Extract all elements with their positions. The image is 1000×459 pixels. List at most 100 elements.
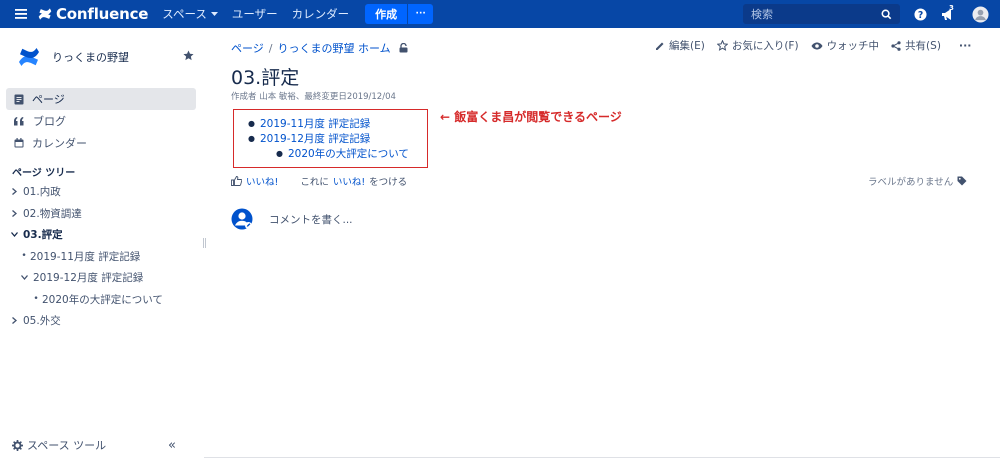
search-icon[interactable] (881, 9, 892, 20)
chevron-down-icon[interactable] (10, 232, 18, 238)
product-name: Confluence (56, 5, 149, 23)
tree-item-02-busshi[interactable]: 02.物資調達 (8, 203, 198, 225)
bullet-icon: • (21, 251, 27, 262)
search-box (743, 4, 900, 24)
child-page-link[interactable]: 2019-11月度 評定記録 (260, 116, 370, 131)
confluence-logo-icon (38, 8, 52, 20)
list-item: ● 2019-11月度 評定記録 (248, 116, 409, 131)
tag-icon (957, 176, 967, 186)
list-item: ● 2020年の大評定について (248, 146, 409, 161)
tree-item-03-hyojo[interactable]: 03.評定 (8, 224, 198, 246)
like-button[interactable]: いいね! (231, 174, 278, 188)
sidebar-item-label: ブログ (33, 115, 66, 128)
tree-item-2020-daihyojo[interactable]: • 2020年の大評定について (8, 289, 198, 311)
help-button[interactable]: ? (910, 4, 930, 24)
hamburger-icon (15, 9, 27, 19)
comment-area[interactable]: コメントを書く... (231, 208, 353, 230)
tree-item-label: 03.評定 (23, 229, 63, 242)
breadcrumb: ページ / りっくまの野望 ホーム (231, 40, 408, 56)
eye-icon (811, 42, 823, 49)
create-more-button[interactable]: ··· (407, 4, 434, 24)
calendar-icon (14, 138, 24, 148)
sidebar-resize-handle[interactable] (203, 238, 206, 248)
confluence-logo[interactable]: Confluence (38, 5, 148, 23)
like-label: いいね! (246, 177, 279, 188)
sidebar-item-pages[interactable]: ページ (6, 88, 196, 110)
space-sidebar: りっくまの野望 ページ ブログ カレンダー ページ ツリー 01.内政 02.物… (0, 28, 200, 459)
share-label: 共有(S) (905, 40, 941, 52)
chevron-down-icon (210, 11, 218, 16)
share-button[interactable]: 共有(S) (891, 38, 941, 53)
tree-item-01-naisei[interactable]: 01.内政 (8, 181, 198, 203)
tree-item-2019-11[interactable]: • 2019-11月度 評定記録 (8, 246, 198, 268)
like-row: いいね! これに いいね! をつける (231, 174, 407, 188)
tree-item-2019-12[interactable]: 2019-12月度 評定記録 (8, 267, 198, 289)
child-page-link[interactable]: 2019-12月度 評定記録 (260, 131, 370, 146)
space-name: りっくまの野望 (52, 51, 129, 64)
tree-item-label: 01.内政 (23, 186, 61, 199)
chevron-right-icon[interactable] (11, 317, 17, 325)
create-button[interactable]: 作成 (365, 4, 408, 24)
comment-placeholder[interactable]: コメントを書く... (269, 212, 353, 227)
page-byline: 作成者 山本 敏裕、最終変更日2019/12/04 (231, 92, 396, 102)
sidebar-item-label: カレンダー (32, 137, 87, 150)
star-outline-icon (716, 40, 728, 51)
sidebar-item-blog[interactable]: ブログ (6, 110, 196, 132)
user-avatar-button[interactable] (970, 4, 990, 24)
page-icon (14, 94, 24, 104)
page-title: 03.評定 (231, 67, 300, 89)
more-actions-button[interactable]: ··· (959, 39, 972, 52)
nav-spaces[interactable]: スペース (162, 6, 218, 22)
bullet-icon: ● (276, 149, 283, 158)
tree-item-label: 05.外交 (23, 315, 61, 328)
edit-button[interactable]: 編集(E) (655, 38, 705, 53)
space-tools-button[interactable]: スペース ツール (12, 437, 106, 453)
search-input[interactable] (751, 7, 881, 21)
watch-button[interactable]: ウォッチ中 (811, 38, 879, 53)
breadcrumb-separator: / (268, 41, 273, 55)
collapse-sidebar-button[interactable]: « (168, 438, 176, 453)
breadcrumb-pages[interactable]: ページ (231, 40, 264, 56)
labels-area[interactable]: ラベルがありません (868, 174, 967, 188)
nav-people-label: ユーザー (231, 7, 278, 21)
child-pages-list: ● 2019-11月度 評定記録 ● 2019-12月度 評定記録 ● 2020… (248, 116, 409, 161)
avatar-icon (971, 5, 989, 23)
divider (204, 457, 1000, 458)
unlock-icon[interactable] (399, 43, 408, 53)
page-tree: 01.内政 02.物資調達 03.評定 • 2019-11月度 評定記録 201… (8, 181, 198, 332)
chevron-right-icon[interactable] (11, 209, 17, 217)
space-navigation: ページ ブログ カレンダー (6, 88, 196, 154)
nav-spaces-label: スペース (162, 7, 207, 21)
edit-label: 編集(E) (669, 40, 705, 52)
nav-calendars[interactable]: カレンダー (292, 6, 350, 22)
help-icon: ? (913, 7, 927, 20)
app-switcher-button[interactable] (10, 0, 32, 28)
more-icon: ··· (958, 39, 972, 52)
tree-item-label: 2019-12月度 評定記録 (33, 272, 144, 285)
tree-item-label: 02.物資調達 (23, 207, 82, 220)
like-prompt-link[interactable]: いいね! (333, 174, 365, 188)
nav-people[interactable]: ユーザー (232, 6, 278, 22)
notification-count: 3 (949, 4, 954, 12)
like-prompt-suffix: をつける (369, 177, 408, 188)
tree-item-label: 2020年の大評定について (42, 293, 163, 306)
pencil-icon (656, 42, 664, 50)
star-icon[interactable] (183, 50, 194, 61)
sidebar-item-label: ページ (32, 93, 65, 106)
breadcrumb-space-home[interactable]: りっくまの野望 ホーム (278, 40, 391, 56)
bullet-icon: ● (248, 119, 255, 128)
chevron-down-icon[interactable] (20, 275, 28, 281)
gear-icon (12, 439, 23, 451)
child-page-link[interactable]: 2020年の大評定について (288, 146, 409, 161)
chevron-right-icon[interactable] (11, 188, 17, 196)
favorite-label: お気に入り(F) (731, 40, 799, 52)
favorite-button[interactable]: お気に入り(F) (716, 38, 799, 53)
notifications-button[interactable]: 3 (938, 4, 958, 24)
svg-text:?: ? (917, 9, 922, 20)
space-tools-label: スペース ツール (27, 439, 107, 452)
sidebar-item-calendar[interactable]: カレンダー (6, 132, 196, 154)
thumbs-up-icon (231, 176, 242, 186)
space-header[interactable]: りっくまの野望 (18, 46, 198, 68)
tree-item-05-gaiko[interactable]: 05.外交 (8, 310, 198, 332)
share-icon (891, 40, 901, 51)
